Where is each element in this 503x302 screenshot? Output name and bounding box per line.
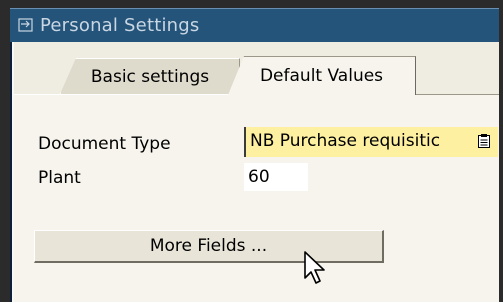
window-frame-top [0, 0, 503, 8]
document-type-field[interactable]: NB Purchase requisitic [244, 127, 498, 157]
plant-label: Plant [38, 168, 81, 188]
tab-default-values[interactable]: Default Values [228, 56, 416, 95]
tab-basic-settings[interactable]: Basic settings [60, 58, 240, 94]
window-frame-right [499, 0, 503, 302]
title-bar[interactable]: Personal Settings [10, 8, 499, 42]
more-fields-label: More Fields ... [149, 236, 268, 256]
panel-left-shadow [10, 42, 12, 302]
tab-label: Basic settings [90, 66, 210, 87]
window-frame-left [0, 0, 10, 302]
plant-value: 60 [248, 167, 270, 187]
plant-field[interactable]: 60 [244, 163, 308, 191]
tab-label: Default Values [259, 66, 384, 86]
more-fields-button[interactable]: More Fields ... [34, 230, 384, 263]
mouse-pointer-icon [303, 250, 329, 286]
list-icon[interactable] [478, 133, 490, 148]
settings-window-icon [18, 17, 34, 33]
tab-strip-line-right [416, 94, 499, 95]
document-type-label: Document Type [38, 134, 171, 154]
window-title: Personal Settings [40, 15, 200, 36]
document-type-value: NB Purchase requisitic [250, 131, 441, 151]
